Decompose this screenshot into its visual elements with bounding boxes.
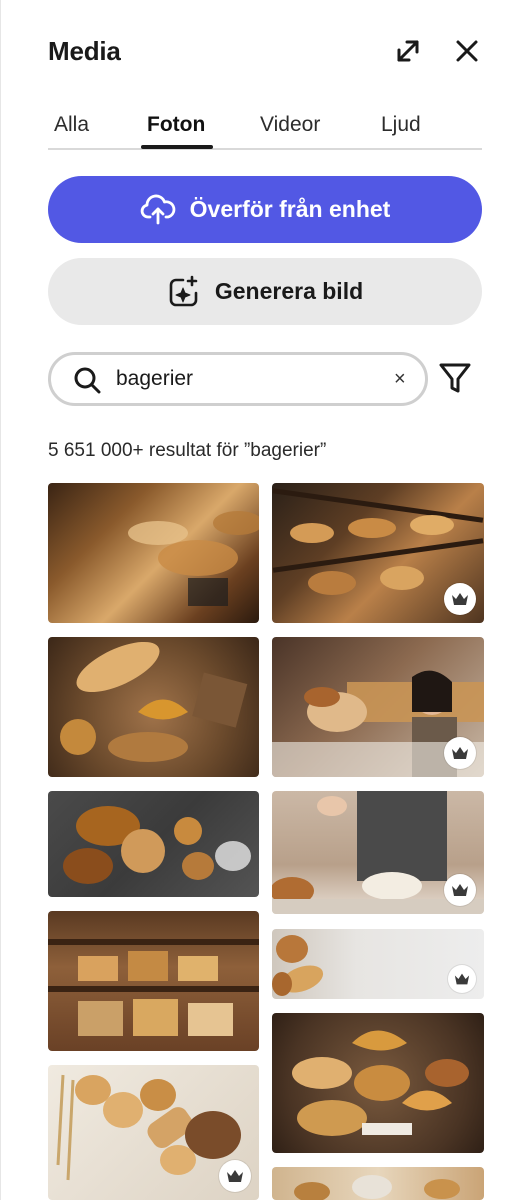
premium-badge-icon xyxy=(219,1160,251,1192)
generate-button-label: Generera bild xyxy=(214,278,364,304)
upload-from-device-button[interactable]: Överför från enhet xyxy=(48,176,482,243)
media-tabs: Alla Foton Videor Ljud xyxy=(48,110,482,150)
result-count: 5 651 000+ resultat för ”bagerier” xyxy=(48,440,327,461)
clear-search-icon[interactable]: × xyxy=(394,368,406,391)
tab-ljud[interactable]: Ljud xyxy=(381,113,421,137)
sparkle-image-icon xyxy=(169,275,198,306)
premium-badge-icon xyxy=(444,874,476,906)
image-thumbnail[interactable] xyxy=(272,791,484,914)
image-thumbnail[interactable] xyxy=(48,483,259,623)
search-icon xyxy=(74,367,101,394)
image-thumbnail[interactable] xyxy=(272,483,484,623)
close-icon[interactable] xyxy=(452,36,482,66)
tab-foton[interactable]: Foton xyxy=(147,113,205,137)
panel-title: Media xyxy=(48,36,121,66)
premium-badge-icon xyxy=(444,583,476,615)
premium-badge-icon xyxy=(444,737,476,769)
generate-image-button[interactable]: Generera bild xyxy=(48,258,482,325)
image-thumbnail[interactable] xyxy=(272,929,484,999)
image-thumbnail[interactable] xyxy=(48,1065,259,1200)
search-field: × xyxy=(48,352,428,406)
tab-alla[interactable]: Alla xyxy=(54,113,89,137)
media-panel: Media Alla Foton Videor Ljud Överför frå… xyxy=(0,0,521,1200)
image-thumbnail[interactable] xyxy=(48,911,259,1051)
tab-videor[interactable]: Videor xyxy=(260,113,320,137)
image-thumbnail[interactable] xyxy=(272,1013,484,1153)
image-thumbnail[interactable] xyxy=(272,1167,484,1200)
search-input[interactable] xyxy=(116,363,386,395)
image-thumbnail[interactable] xyxy=(48,637,259,777)
active-tab-indicator xyxy=(141,145,213,149)
image-thumbnail[interactable] xyxy=(48,791,259,897)
upload-button-label: Överför från enhet xyxy=(189,196,391,222)
bakery-partial-image xyxy=(294,1175,460,1200)
bakery-display-image xyxy=(128,511,259,606)
bread-baskets-image xyxy=(48,939,259,1036)
croissants-bread-image xyxy=(60,641,248,762)
expand-icon[interactable] xyxy=(393,36,423,66)
filter-icon[interactable] xyxy=(437,360,473,396)
croissants-pastries-image xyxy=(292,1030,469,1136)
image-thumbnail[interactable] xyxy=(272,637,484,777)
cloud-upload-icon xyxy=(140,194,175,224)
assorted-bread-image xyxy=(63,806,251,884)
premium-badge-icon xyxy=(448,965,476,993)
